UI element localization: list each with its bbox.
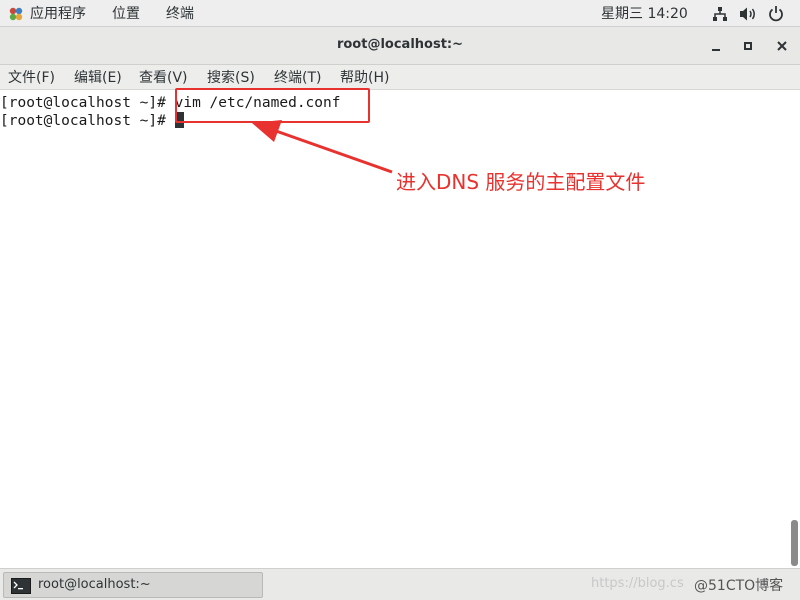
command-highlight-box [175,88,370,123]
volume-icon[interactable] [739,6,757,22]
close-button[interactable] [772,36,792,56]
watermark-brand: @51CTO博客 [694,578,784,594]
taskbar-terminal-item[interactable]: root@localhost:~ [3,572,263,598]
network-icon[interactable] [712,6,728,22]
annotation-label: 进入DNS 服务的主配置文件 [396,170,646,194]
watermark-url: https://blog.cs [591,576,684,591]
menu-help[interactable]: 帮助(H) [340,69,389,87]
window-title: root@localhost:~ [336,37,464,52]
clock[interactable]: 星期三 14:20 [601,4,688,24]
scrollbar[interactable] [791,520,798,566]
menu-edit[interactable]: 编辑(E) [74,69,122,87]
maximize-button[interactable] [738,36,758,56]
menu-view[interactable]: 查看(V) [139,69,188,87]
terminal-menubar: 文件(F) 编辑(E) 查看(V) 搜索(S) 终端(T) 帮助(H) [0,65,800,90]
terminal-line: [root@localhost ~]# [0,112,184,130]
minimize-button[interactable] [706,36,726,56]
menu-file[interactable]: 文件(F) [8,69,55,87]
applications-icon[interactable] [8,6,24,22]
applications-menu[interactable]: 应用程序 [30,4,86,24]
window-titlebar[interactable]: root@localhost:~ [0,27,800,65]
shell-prompt: [root@localhost ~]# [0,113,175,129]
terminal-app-menu[interactable]: 终端 [166,4,194,24]
terminal-icon [11,578,31,594]
bottom-taskbar: root@localhost:~ https://blog.cs @51CTO博… [0,568,800,600]
power-icon[interactable] [768,5,784,22]
menu-search[interactable]: 搜索(S) [207,69,255,87]
places-menu[interactable]: 位置 [112,4,140,24]
taskbar-terminal-label: root@localhost:~ [38,577,151,592]
terminal-output[interactable]: [root@localhost ~]# vim /etc/named.conf … [0,90,800,568]
shell-prompt: [root@localhost ~]# [0,95,175,111]
top-bar: 应用程序 位置 终端 星期三 14:20 [0,0,800,27]
menu-terminal[interactable]: 终端(T) [274,69,321,87]
